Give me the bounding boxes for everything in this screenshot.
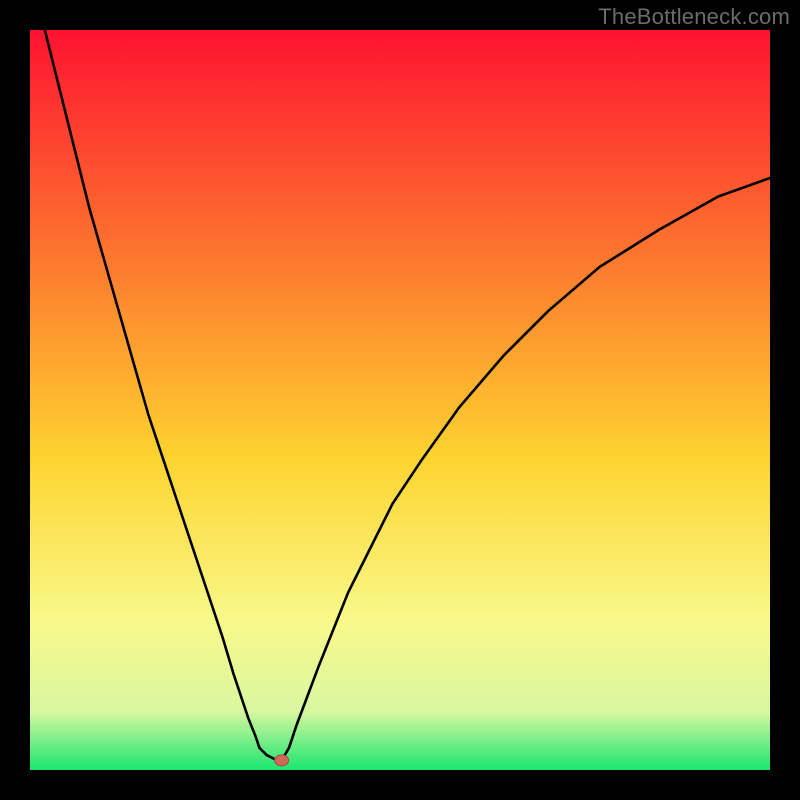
bottleneck-chart (30, 30, 770, 770)
page-frame: TheBottleneck.com (0, 0, 800, 800)
minimum-marker (275, 755, 289, 766)
plot-container (30, 30, 770, 770)
gradient-background (30, 30, 770, 770)
watermark-text: TheBottleneck.com (598, 4, 790, 30)
